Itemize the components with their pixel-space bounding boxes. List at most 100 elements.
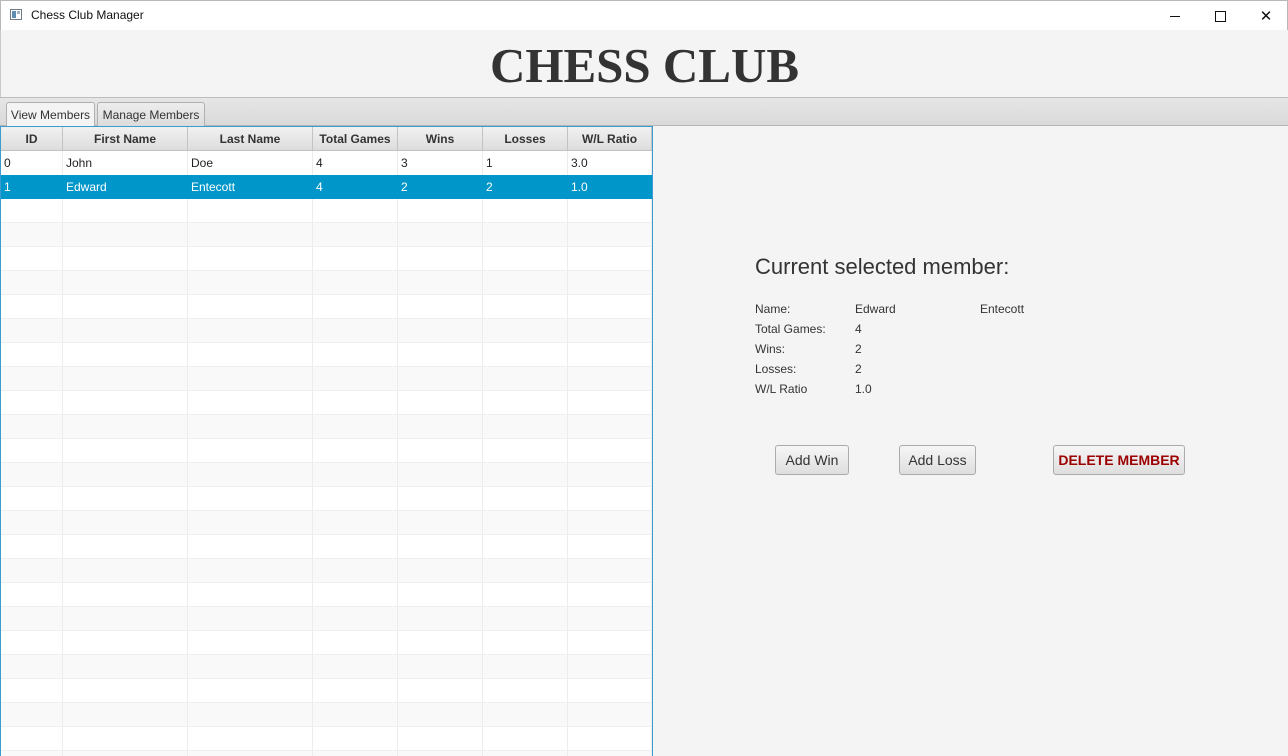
table-cell-empty: [313, 343, 398, 367]
table-row[interactable]: 0 John Doe 4 3 1 3.0: [1, 151, 652, 175]
add-win-button[interactable]: Add Win: [775, 445, 849, 475]
table-cell-empty: [188, 439, 313, 463]
table-cell-empty: [63, 487, 188, 511]
table-cell-empty: [313, 535, 398, 559]
table-cell-empty: [398, 559, 483, 583]
table-cell-empty: [313, 439, 398, 463]
table-cell-empty: [313, 631, 398, 655]
table-row-empty: [1, 343, 652, 367]
table-cell-empty: [398, 295, 483, 319]
table-cell-empty: [398, 199, 483, 223]
column-header-first-name[interactable]: First Name: [63, 127, 188, 150]
table-cell-empty: [188, 607, 313, 631]
table-cell-empty: [63, 247, 188, 271]
table-cell-empty: [188, 319, 313, 343]
table-cell-empty: [398, 439, 483, 463]
table-cell-empty: [398, 703, 483, 727]
table-cell-empty: [568, 463, 652, 487]
table-cell-empty: [483, 607, 568, 631]
table-cell-empty: [1, 487, 63, 511]
table-cell-empty: [188, 535, 313, 559]
table-cell-empty: [313, 415, 398, 439]
table-cell-empty: [1, 559, 63, 583]
table-cell-empty: [1, 319, 63, 343]
maximize-button[interactable]: [1197, 1, 1243, 31]
column-header-total-games[interactable]: Total Games: [313, 127, 398, 150]
table-cell-empty: [188, 655, 313, 679]
table-cell-empty: [188, 559, 313, 583]
table-cell-empty: [568, 343, 652, 367]
page-title: CHESS CLUB: [489, 38, 800, 93]
table-cell-empty: [63, 367, 188, 391]
table-cell-empty: [188, 391, 313, 415]
table-cell-empty: [63, 535, 188, 559]
table-cell-empty: [1, 703, 63, 727]
table-cell-empty: [398, 367, 483, 391]
table-cell-empty: [188, 679, 313, 703]
table-cell-empty: [313, 655, 398, 679]
name-label: Name:: [755, 302, 791, 316]
table-cell-empty: [483, 751, 568, 756]
table-cell-empty: [398, 271, 483, 295]
table-cell-empty: [313, 727, 398, 751]
table-cell-empty: [483, 559, 568, 583]
table-cell-empty: [313, 319, 398, 343]
table-cell-empty: [1, 343, 63, 367]
table-cell-empty: [1, 727, 63, 751]
table-cell-empty: [398, 655, 483, 679]
column-header-last-name[interactable]: Last Name: [188, 127, 313, 150]
table-cell-empty: [483, 223, 568, 247]
table-cell-empty: [1, 391, 63, 415]
table-cell-empty: [63, 391, 188, 415]
table-cell-empty: [1, 583, 63, 607]
table-cell-empty: [1, 751, 63, 756]
cell-total-games: 4: [313, 151, 398, 175]
table-row-empty: [1, 247, 652, 271]
cell-first-name: John: [63, 151, 188, 175]
table-row-empty: [1, 727, 652, 751]
table-row-empty: [1, 559, 652, 583]
table-cell-empty: [483, 367, 568, 391]
table-row-empty: [1, 631, 652, 655]
table-cell-empty: [398, 631, 483, 655]
table-cell-empty: [63, 607, 188, 631]
delete-member-button[interactable]: DELETE MEMBER: [1053, 445, 1185, 475]
column-header-id[interactable]: ID: [1, 127, 63, 150]
add-loss-button[interactable]: Add Loss: [899, 445, 976, 475]
table-cell-empty: [313, 679, 398, 703]
table-cell-empty: [568, 559, 652, 583]
table-cell-empty: [63, 439, 188, 463]
table-cell-empty: [63, 703, 188, 727]
table-cell-empty: [188, 583, 313, 607]
table-cell-empty: [568, 391, 652, 415]
table-row-empty: [1, 295, 652, 319]
table-cell-empty: [63, 295, 188, 319]
table-cell-empty: [398, 607, 483, 631]
close-button[interactable]: ✕: [1243, 1, 1288, 31]
cell-wl-ratio: 3.0: [568, 151, 652, 175]
table-cell-empty: [398, 223, 483, 247]
tab-view-members[interactable]: View Members: [6, 102, 95, 127]
minimize-button[interactable]: [1152, 1, 1198, 31]
table-cell-empty: [398, 391, 483, 415]
window-title: Chess Club Manager: [31, 8, 144, 22]
table-cell-empty: [188, 367, 313, 391]
table-cell-empty: [483, 319, 568, 343]
table-cell-empty: [398, 679, 483, 703]
column-header-losses[interactable]: Losses: [483, 127, 568, 150]
table-row-selected[interactable]: 1 Edward Entecott 4 2 2 1.0: [1, 175, 652, 199]
table-cell-empty: [1, 511, 63, 535]
column-header-wins[interactable]: Wins: [398, 127, 483, 150]
losses-label: Losses:: [755, 362, 797, 376]
tab-manage-members[interactable]: Manage Members: [97, 102, 205, 126]
last-name-value: Entecott: [980, 302, 1025, 316]
table-cell-empty: [568, 247, 652, 271]
table-cell-empty: [398, 583, 483, 607]
maximize-icon: [1214, 10, 1226, 22]
cell-wins: 2: [398, 175, 483, 199]
table-row-empty: [1, 439, 652, 463]
column-header-wl-ratio[interactable]: W/L Ratio: [568, 127, 652, 150]
table-cell-empty: [398, 343, 483, 367]
members-table[interactable]: ID First Name Last Name Total Games Wins…: [0, 126, 653, 756]
table-cell-empty: [188, 415, 313, 439]
